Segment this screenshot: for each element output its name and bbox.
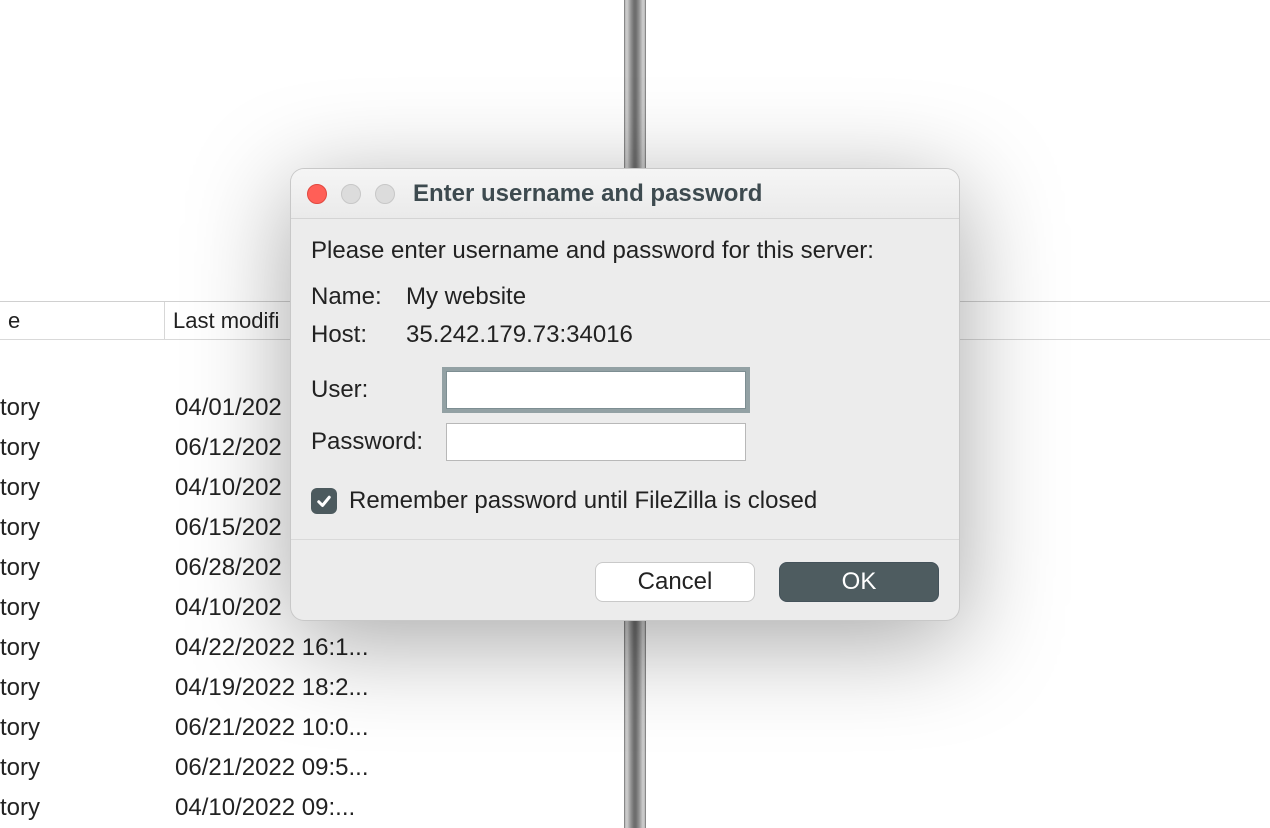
host-value: 35.242.179.73:34016 xyxy=(406,321,633,349)
password-label: Password: xyxy=(311,428,446,456)
auth-dialog: Enter username and password Please enter… xyxy=(290,168,960,621)
ok-button-label: OK xyxy=(842,568,877,596)
ok-button[interactable]: OK xyxy=(779,562,939,602)
dialog-prompt: Please enter username and password for t… xyxy=(311,237,939,265)
remember-label: Remember password until FileZilla is clo… xyxy=(349,487,817,515)
user-input[interactable] xyxy=(446,371,746,409)
col-filetype[interactable]: e xyxy=(0,302,165,339)
password-input[interactable] xyxy=(446,423,746,461)
cancel-button[interactable]: Cancel xyxy=(595,562,755,602)
list-item[interactable]: tory06/21/2022 10:0... xyxy=(0,708,624,748)
list-item[interactable]: tory04/22/2022 16:1... xyxy=(0,628,624,668)
cancel-button-label: Cancel xyxy=(638,568,713,596)
filetype-cell: tory xyxy=(0,594,165,622)
col-last-modified-label: Last modifi xyxy=(173,308,279,334)
check-icon xyxy=(315,492,333,510)
user-label: User: xyxy=(311,376,446,404)
modified-cell: 06/21/2022 09:5... xyxy=(165,754,415,782)
filetype-cell: tory xyxy=(0,674,165,702)
modified-cell: 06/21/2022 10:0... xyxy=(165,714,415,742)
name-value: My website xyxy=(406,283,526,311)
dialog-body: Please enter username and password for t… xyxy=(291,219,959,620)
filetype-cell: tory xyxy=(0,394,165,422)
col-filetype-label: e xyxy=(8,308,20,334)
list-item[interactable]: tory04/10/2022 09:... xyxy=(0,788,624,828)
list-item[interactable]: tory04/19/2022 18:2... xyxy=(0,668,624,708)
window-controls xyxy=(307,184,395,204)
remember-checkbox[interactable] xyxy=(311,488,337,514)
button-row: Cancel OK xyxy=(311,540,939,602)
filetype-cell: tory xyxy=(0,754,165,782)
name-label: Name: xyxy=(311,283,406,311)
modified-cell: 04/22/2022 16:1... xyxy=(165,634,415,662)
password-row: Password: xyxy=(311,423,939,461)
filetype-cell: tory xyxy=(0,794,165,822)
host-label: Host: xyxy=(311,321,406,349)
maximize-icon xyxy=(375,184,395,204)
remember-row: Remember password until FileZilla is clo… xyxy=(311,487,939,515)
filetype-cell: tory xyxy=(0,714,165,742)
info-name-row: Name: My website xyxy=(311,283,939,311)
minimize-icon xyxy=(341,184,361,204)
dialog-title: Enter username and password xyxy=(413,180,762,208)
info-host-row: Host: 35.242.179.73:34016 xyxy=(311,321,939,349)
filetype-cell: tory xyxy=(0,634,165,662)
filetype-cell: tory xyxy=(0,554,165,582)
close-icon[interactable] xyxy=(307,184,327,204)
filetype-cell: tory xyxy=(0,434,165,462)
modified-cell: 04/10/2022 09:... xyxy=(165,794,415,822)
dialog-titlebar[interactable]: Enter username and password xyxy=(291,169,959,219)
filetype-cell: tory xyxy=(0,474,165,502)
modified-cell: 04/19/2022 18:2... xyxy=(165,674,415,702)
user-row: User: xyxy=(311,371,939,409)
filetype-cell: tory xyxy=(0,514,165,542)
list-item[interactable]: tory06/21/2022 09:5... xyxy=(0,748,624,788)
